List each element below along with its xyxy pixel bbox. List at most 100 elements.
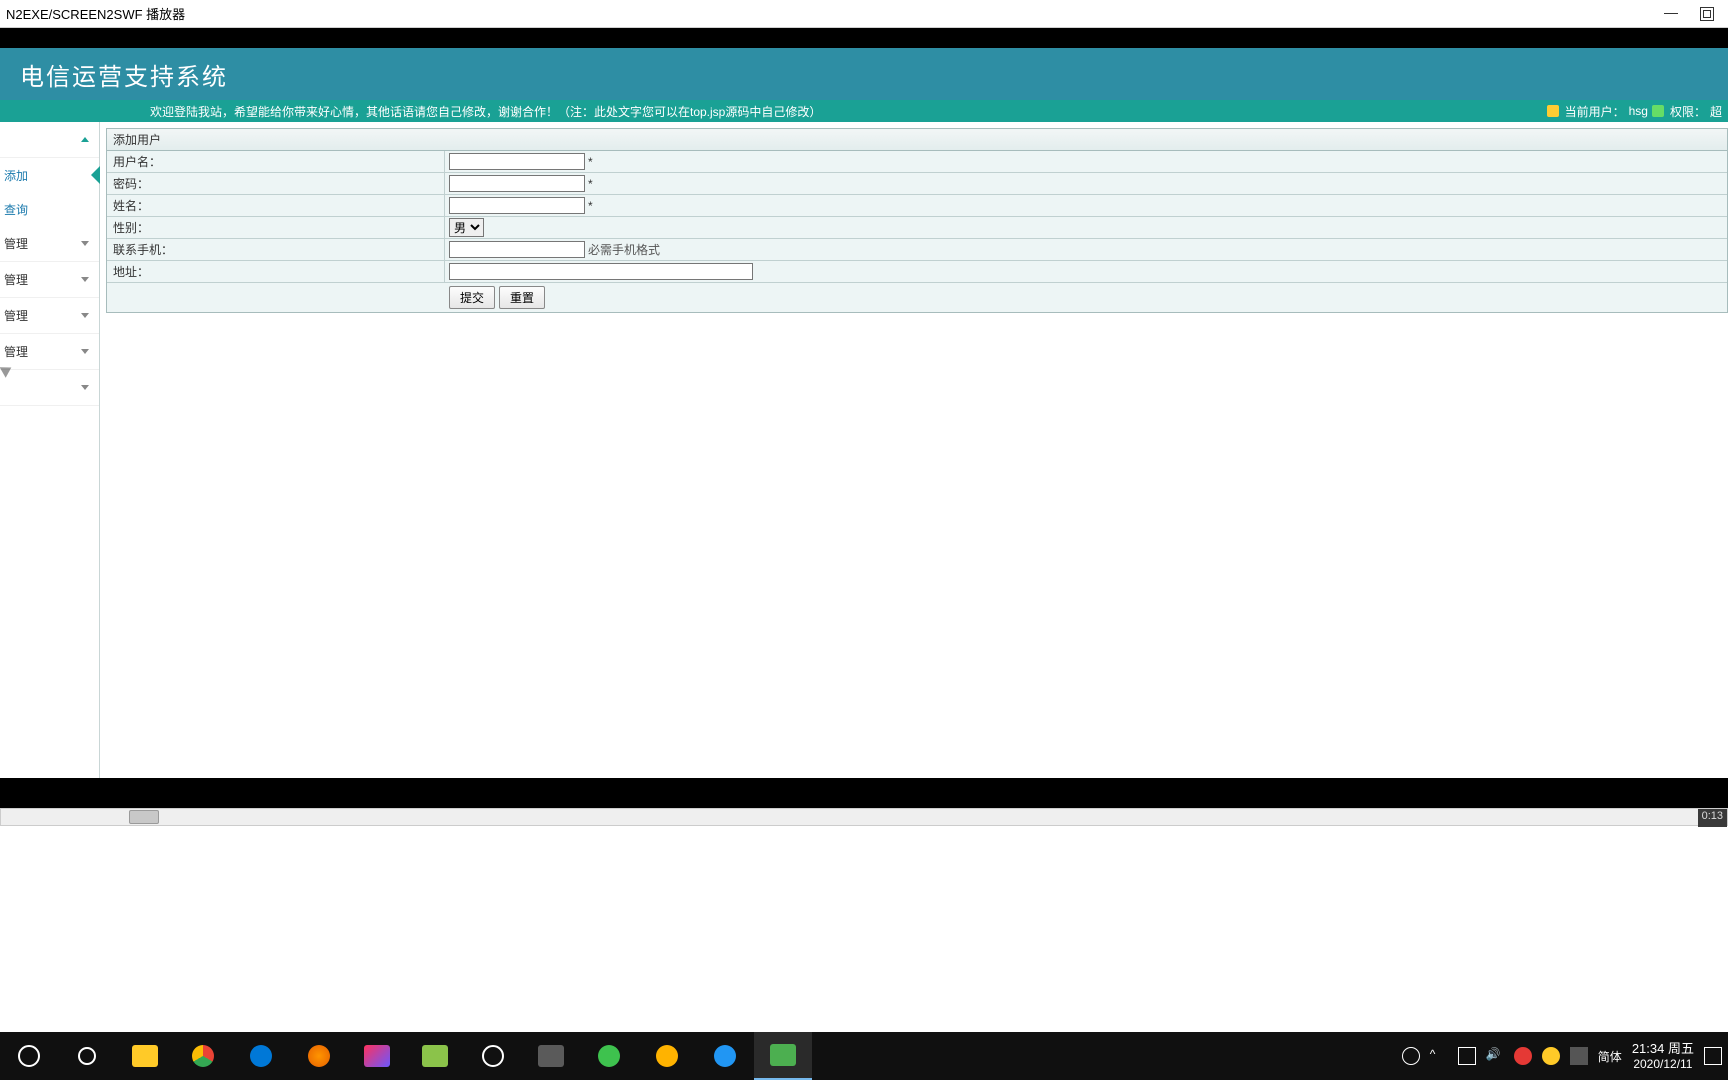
window-controls	[1664, 7, 1722, 21]
sidebar-item-manage-2[interactable]: 管理	[0, 262, 99, 298]
tray-app-2-icon[interactable]	[1542, 1047, 1560, 1065]
sidebar-item-0[interactable]	[0, 122, 99, 158]
row-address: 地址：	[107, 261, 1727, 283]
sidebar-item-manage-1[interactable]: 管理	[0, 226, 99, 262]
label-phone: 联系手机：	[107, 239, 445, 260]
input-phone[interactable]	[449, 241, 585, 258]
ime-indicator[interactable]: 简体	[1598, 1048, 1622, 1065]
system-tray: ^ 🔊 简体 21:34 周五 2020/12/11	[1402, 1032, 1728, 1080]
battery-icon[interactable]	[1458, 1047, 1476, 1065]
tray-app-3-icon[interactable]	[1570, 1047, 1588, 1065]
app-banner: 电信运营支持系统	[0, 48, 1728, 100]
start-button[interactable]	[0, 1032, 58, 1080]
window-title: N2EXE/SCREEN2SWF 播放器	[6, 4, 185, 23]
search-button[interactable]	[58, 1032, 116, 1080]
minimize-icon[interactable]	[1664, 7, 1678, 21]
sidebar-item-label: 管理	[4, 235, 28, 252]
app-icon-1[interactable]	[638, 1032, 696, 1080]
tray-up-icon[interactable]: ^	[1430, 1047, 1448, 1065]
maximize-icon[interactable]	[1700, 7, 1714, 21]
reset-button[interactable]: 重置	[499, 286, 545, 309]
app-icon-2[interactable]	[696, 1032, 754, 1080]
user-info: 当前用户： hsg 权限：超	[1547, 103, 1722, 120]
submit-button[interactable]: 提交	[449, 286, 495, 309]
tray-app-1-icon[interactable]	[1514, 1047, 1532, 1065]
required-mark: *	[588, 155, 593, 169]
window-titlebar: N2EXE/SCREEN2SWF 播放器	[0, 0, 1728, 28]
sidebar-item-manage-3[interactable]: 管理	[0, 298, 99, 334]
sidebar-item-label: 管理	[4, 271, 28, 288]
role-label: 权限：	[1670, 103, 1706, 120]
label-name: 姓名：	[107, 195, 445, 216]
button-row: 提交 重置	[107, 283, 1727, 312]
player-scrollbar[interactable]: 0:13	[0, 808, 1728, 826]
label-username: 用户名：	[107, 151, 445, 172]
app-body: 添加 查询 管理 管理 管理 管理	[0, 122, 1728, 778]
recorded-screen: 电信运营支持系统 欢迎登陆我站，希望能给你带来好心情，其他话语请您自己修改，谢谢…	[0, 48, 1728, 778]
content-area: 添加用户 用户名： * 密码： *	[100, 122, 1728, 778]
label-gender: 性别：	[107, 217, 445, 238]
add-user-form: 添加用户 用户名： * 密码： *	[106, 128, 1728, 313]
welcome-text: 欢迎登陆我站，希望能给你带来好心情，其他话语请您自己修改，谢谢合作！（注：此处文…	[150, 103, 821, 120]
firefox-icon[interactable]	[290, 1032, 348, 1080]
sidebar-item-add[interactable]: 添加	[0, 158, 99, 192]
chevron-down-icon	[81, 385, 89, 390]
sidebar-item-label: 管理	[4, 307, 28, 324]
sidebar-item-label: 查询	[4, 201, 28, 218]
phone-hint: 必需手机格式	[588, 241, 660, 258]
scrollbar-thumb[interactable]	[129, 810, 159, 824]
input-name[interactable]	[449, 197, 585, 214]
row-username: 用户名： *	[107, 151, 1727, 173]
required-mark: *	[588, 177, 593, 191]
app-subbar: 欢迎登陆我站，希望能给你带来好心情，其他话语请您自己修改，谢谢合作！（注：此处文…	[0, 100, 1728, 122]
clock[interactable]: 21:34 周五 2020/12/11	[1632, 1041, 1694, 1071]
input-password[interactable]	[449, 175, 585, 192]
sidebar-item-label: 添加	[4, 167, 28, 184]
taskbar-left	[0, 1032, 812, 1080]
player-timecode: 0:13	[1698, 809, 1727, 827]
input-username[interactable]	[449, 153, 585, 170]
form-title: 添加用户	[107, 129, 1727, 151]
qq-icon[interactable]	[464, 1032, 522, 1080]
row-name: 姓名： *	[107, 195, 1727, 217]
input-address[interactable]	[449, 263, 753, 280]
notepad-icon[interactable]	[406, 1032, 464, 1080]
user-icon	[1547, 105, 1559, 117]
volume-icon[interactable]: 🔊	[1486, 1047, 1504, 1065]
taskbar: ^ 🔊 简体 21:34 周五 2020/12/11	[0, 1032, 1728, 1080]
label-address: 地址：	[107, 261, 445, 282]
edge-icon[interactable]	[232, 1032, 290, 1080]
screen2swf-icon[interactable]	[754, 1032, 812, 1080]
row-phone: 联系手机： 必需手机格式	[107, 239, 1727, 261]
row-password: 密码： *	[107, 173, 1727, 195]
player-viewport: 电信运营支持系统 欢迎登陆我站，希望能给你带来好心情，其他话语请您自己修改，谢谢…	[0, 28, 1728, 808]
clock-date: 2020/12/11	[1632, 1057, 1694, 1071]
sidebar: 添加 查询 管理 管理 管理 管理	[0, 122, 100, 778]
sidebar-item-label: 管理	[4, 343, 28, 360]
intellij-icon[interactable]	[348, 1032, 406, 1080]
sidebar-item-manage-4[interactable]: 管理	[0, 334, 99, 370]
tools-icon[interactable]	[522, 1032, 580, 1080]
clock-weekday: 周五	[1668, 1041, 1694, 1056]
clock-time: 21:34	[1632, 1041, 1665, 1056]
sidebar-item-query[interactable]: 查询	[0, 192, 99, 226]
chevron-down-icon	[81, 241, 89, 246]
people-icon[interactable]	[1402, 1047, 1420, 1065]
notifications-icon[interactable]	[1704, 1047, 1722, 1065]
row-gender: 性别： 男	[107, 217, 1727, 239]
browser-360-icon[interactable]	[580, 1032, 638, 1080]
chevron-down-icon	[81, 349, 89, 354]
required-mark: *	[588, 199, 593, 213]
user-label: 当前用户：	[1565, 103, 1625, 120]
chevron-up-icon	[81, 137, 89, 142]
chevron-down-icon	[81, 277, 89, 282]
sidebar-item-7[interactable]	[0, 370, 99, 406]
chrome-icon[interactable]	[174, 1032, 232, 1080]
role-value: 超	[1710, 103, 1722, 120]
file-explorer-icon[interactable]	[116, 1032, 174, 1080]
label-password: 密码：	[107, 173, 445, 194]
app-title: 电信运营支持系统	[20, 57, 228, 92]
user-value: hsg	[1629, 104, 1648, 118]
chevron-down-icon	[81, 313, 89, 318]
select-gender[interactable]: 男	[449, 218, 484, 237]
